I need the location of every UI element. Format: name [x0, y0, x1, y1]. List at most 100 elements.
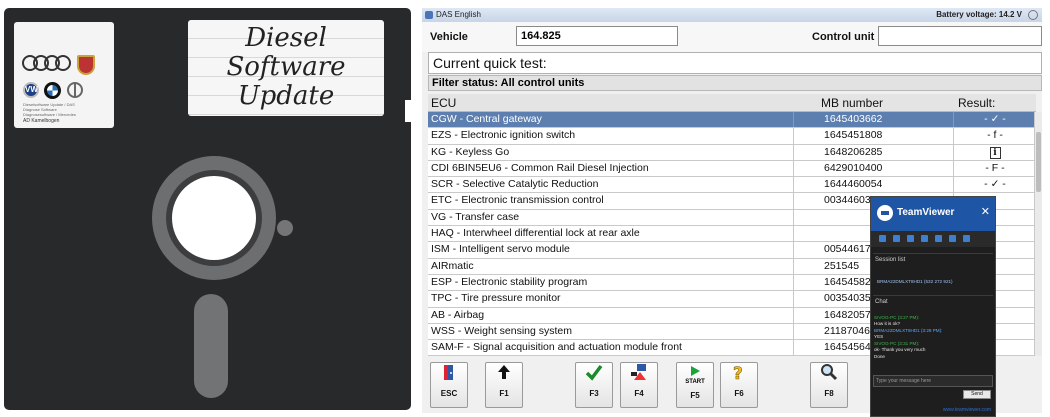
chat-message: SIVOG-PC (3:27 PM): How it is ok?: [874, 315, 920, 326]
f1-button[interactable]: F1: [485, 362, 523, 408]
toolbar-icon[interactable]: [963, 235, 970, 242]
mb-number: 1648206285: [793, 144, 953, 160]
label-fine-print: Dieselsoftware Update / DAS Diagnose Sof…: [23, 102, 76, 117]
svg-text:?: ?: [733, 364, 743, 383]
read-head-slot: [194, 294, 228, 398]
checkmark-icon: [576, 363, 612, 389]
toolbar-icon[interactable]: [935, 235, 942, 242]
mercedes-logo: [67, 82, 83, 98]
ecu-name: AIRmatic: [431, 259, 474, 272]
send-button[interactable]: Send: [963, 390, 991, 399]
audi-logo: [22, 55, 72, 71]
title-bar: DAS English Battery voltage: 14.2 V: [422, 8, 1042, 22]
ecu-name: CDI 6BIN5EU6 - Common Rail Diesel Inject…: [431, 161, 649, 174]
ecu-name: ISM - Intelligent servo module: [431, 243, 570, 256]
result: - f -: [953, 128, 1036, 144]
ecu-name: WSS - Weight sensing system: [431, 324, 573, 337]
arrow-up-icon: [486, 363, 522, 389]
table-scrollbar[interactable]: [1034, 112, 1042, 356]
control-unit-field[interactable]: [878, 26, 1042, 46]
divider: [873, 295, 993, 296]
label-footer: AD Kamelbogen: [23, 118, 60, 124]
battery-voltage: Battery voltage: 14.2 V: [936, 10, 1022, 19]
magnifier-icon: [811, 363, 847, 389]
table-header: ECU MB number Result:: [428, 94, 1036, 112]
control-unit-label: Control unit: [812, 31, 875, 43]
floppy-disk-image: VW Dieselsoftware Update / DAS Diagnose …: [4, 8, 415, 410]
f3-button[interactable]: F3: [575, 362, 613, 408]
divider: [873, 253, 993, 254]
ecu-name: HAQ - Interwheel differential lock at re…: [431, 227, 640, 240]
filter-status: Filter status: All control units: [428, 75, 1042, 91]
result: - ✓ -: [953, 112, 1036, 128]
hub-hole: [172, 176, 256, 260]
result: - F -: [953, 160, 1036, 177]
app-icon: [425, 11, 433, 19]
close-icon[interactable]: ✕: [981, 205, 990, 218]
bmw-logo: [44, 82, 61, 99]
f5-start-button[interactable]: START F5: [676, 362, 714, 408]
table-row[interactable]: EZS - Electronic ignition switch 16454518…: [428, 128, 1036, 145]
info-icon[interactable]: i: [989, 146, 1001, 159]
toolbar-icon[interactable]: [893, 235, 900, 242]
mb-number: 1645451808: [793, 128, 953, 144]
help-icon: ?: [721, 363, 757, 389]
ecu-name: EZS - Electronic ignition switch: [431, 129, 576, 142]
ecu-name: CGW - Central gateway: [431, 113, 542, 125]
table-row[interactable]: SCR - Selective Catalytic Reduction 16444…: [428, 177, 1036, 194]
mb-number: 1644460054: [793, 177, 953, 193]
table-row[interactable]: KG - Keyless Go 1648206285 i: [428, 144, 1036, 161]
table-row[interactable]: CGW - Central gateway 1645403662- ✓ -: [428, 112, 1036, 129]
handwritten-label: Diesel Software Update: [188, 20, 384, 116]
porsche-logo: [77, 55, 95, 75]
f6-help-button[interactable]: ? F6: [720, 362, 758, 408]
toolbar-icon[interactable]: [949, 235, 956, 242]
write-protect-notch: [405, 100, 415, 122]
ecu-name: VG - Transfer case: [431, 210, 520, 223]
volkswagen-logo: VW: [23, 82, 39, 98]
chat-message: Done: [874, 354, 885, 359]
session-entry[interactable]: BRMA22DMLXT8HD1 (532 272 921): [877, 279, 989, 284]
column-result[interactable]: Result:: [958, 94, 995, 112]
toolbar-icon[interactable]: [907, 235, 914, 242]
teamviewer-title: TeamViewer: [897, 207, 955, 218]
table-row[interactable]: CDI 6BIN5EU6 - Common Rail Diesel Inject…: [428, 160, 1036, 178]
vehicle-field[interactable]: 164.825: [516, 26, 678, 46]
column-mb-number[interactable]: MB number: [821, 94, 883, 112]
result: - ✓ -: [953, 177, 1036, 193]
vehicle-label: Vehicle: [430, 31, 468, 43]
brand-logo-label: VW Dieselsoftware Update / DAS Diagnose …: [14, 22, 114, 128]
index-hole: [277, 220, 293, 236]
toolbar-icon[interactable]: [879, 235, 886, 242]
result: i: [953, 144, 1036, 160]
window-title: DAS English: [436, 10, 481, 19]
start-icon: START: [677, 365, 713, 391]
handwritten-line: Diesel: [245, 23, 327, 53]
esc-button[interactable]: ESC: [430, 362, 468, 408]
ecu-name: SAM-F - Signal acquisition and actuation…: [431, 341, 682, 354]
exit-door-icon: [431, 363, 467, 389]
ecu-name: SCR - Selective Catalytic Reduction: [431, 178, 599, 191]
scrollbar-thumb[interactable]: [1036, 132, 1041, 192]
teamviewer-toolbar: [871, 231, 995, 247]
teamviewer-panel: TeamViewer ✕ Session list BRMA22DMLXT8HD…: [870, 196, 996, 417]
ecu-name: KG - Keyless Go: [431, 145, 510, 158]
f4-button[interactable]: F4: [620, 362, 658, 408]
f8-search-button[interactable]: F8: [810, 362, 848, 408]
chat-input[interactable]: Type your message here: [873, 375, 993, 387]
fault-memory-icon: [621, 363, 657, 389]
mb-number: 6429010400: [793, 160, 953, 177]
ecu-name: TPC - Tire pressure monitor: [431, 292, 561, 305]
column-ecu[interactable]: ECU: [431, 94, 456, 112]
ecu-name: AB - Airbag: [431, 308, 485, 321]
teamviewer-header: TeamViewer ✕: [871, 197, 995, 231]
vehicle-row: Vehicle 164.825 Control unit: [422, 22, 1042, 52]
teamviewer-link[interactable]: www.teamviewer.com: [943, 407, 991, 413]
quick-test-title: Current quick test:: [428, 52, 1042, 74]
chat-header[interactable]: Chat: [875, 299, 888, 305]
session-list-header[interactable]: Session list: [875, 257, 905, 263]
teamviewer-logo-icon: [877, 205, 893, 221]
chat-message: SIVOG-PC (3:31 PM): ok- Thank you very m…: [874, 341, 926, 352]
toolbar-icon[interactable]: [921, 235, 928, 242]
ecu-name: ESP - Electronic stability program: [431, 275, 588, 288]
